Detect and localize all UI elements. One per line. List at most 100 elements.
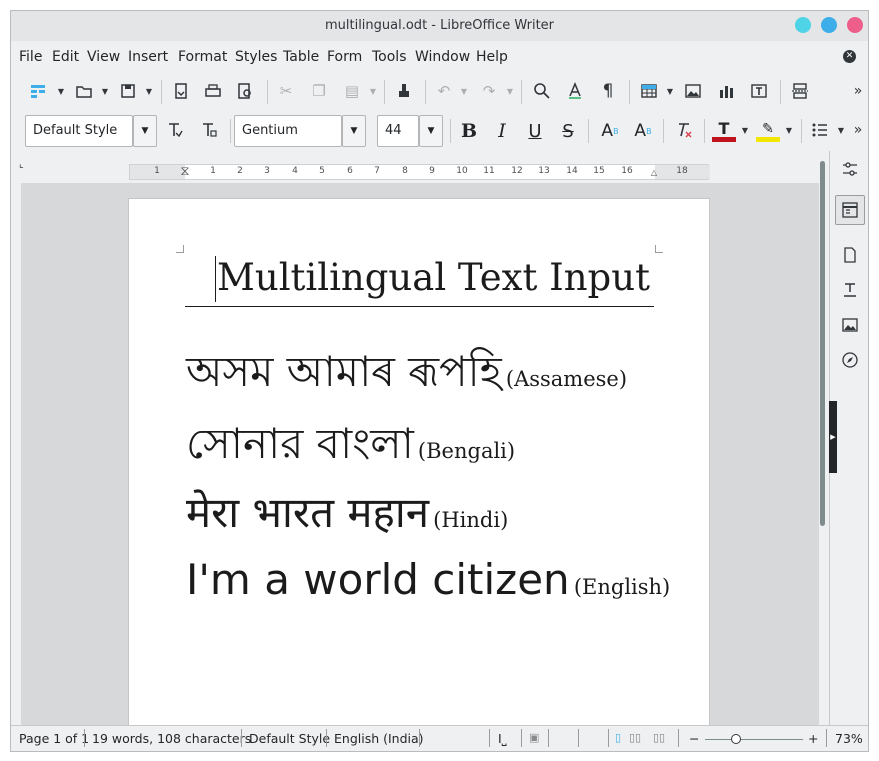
copy-icon[interactable]: ❐ — [308, 80, 330, 102]
toolbar-overflow-icon[interactable]: » — [851, 80, 865, 102]
insert-mode-icon[interactable]: I⎵ — [498, 731, 507, 747]
font-name-dropdown-icon[interactable]: ▼ — [342, 115, 366, 147]
page-style[interactable]: Default Style — [249, 731, 330, 746]
cut-icon[interactable]: ✂ — [275, 80, 297, 102]
english-line[interactable]: I'm a world citizen (English) — [186, 555, 670, 604]
document-area[interactable]: Multilingual Text Input অসম আমাৰ ৰূপহি (… — [21, 183, 819, 751]
menu-styles[interactable]: Styles — [235, 49, 277, 65]
sidebar-gallery-icon[interactable] — [838, 313, 862, 337]
redo-icon[interactable]: ↷ — [478, 80, 500, 102]
tab-stop-type-icon[interactable]: ⌞ — [19, 159, 24, 170]
menu-tools[interactable]: Tools — [372, 49, 407, 65]
text-language[interactable]: English (India) — [334, 731, 424, 746]
bullet-list-icon[interactable] — [809, 119, 831, 141]
redo-dropdown-icon[interactable]: ▼ — [506, 80, 514, 102]
zoom-slider-handle[interactable] — [731, 734, 741, 744]
horizontal-ruler[interactable]: 1 ⧖ 1 2 3 4 5 6 7 8 9 10 11 12 13 14 15 … — [129, 164, 710, 180]
document-modified-icon[interactable]: ▣ — [529, 731, 539, 744]
zoom-in-button[interactable]: + — [808, 731, 818, 746]
save-icon[interactable] — [117, 80, 139, 102]
open-folder-icon[interactable] — [73, 80, 95, 102]
zoom-slider-track[interactable] — [705, 739, 803, 740]
sidebar-navigator-icon[interactable] — [838, 348, 862, 372]
format-toolbar-overflow-icon[interactable]: » — [851, 119, 865, 141]
right-indent-marker[interactable]: △ — [647, 168, 661, 177]
word-count[interactable]: 19 words, 108 characters — [92, 731, 251, 746]
page-count[interactable]: Page 1 of 1 — [19, 731, 89, 746]
font-color-button[interactable]: T — [711, 119, 737, 143]
formatting-marks-icon[interactable]: ¶ — [597, 80, 619, 102]
insert-textbox-icon[interactable] — [748, 80, 770, 102]
italic-button[interactable]: I — [491, 119, 513, 143]
menu-help[interactable]: Help — [476, 49, 508, 65]
undo-dropdown-icon[interactable]: ▼ — [460, 80, 468, 102]
menu-edit[interactable]: Edit — [52, 49, 79, 65]
find-replace-icon[interactable] — [531, 80, 553, 102]
font-color-dropdown-icon[interactable]: ▼ — [741, 119, 749, 141]
clear-formatting-icon[interactable] — [673, 119, 695, 141]
assamese-line[interactable]: অসম আমাৰ ৰূপহি (Assamese) — [186, 339, 627, 410]
menu-insert[interactable]: Insert — [128, 49, 168, 65]
close-button[interactable] — [847, 17, 863, 33]
bold-button[interactable]: B — [458, 119, 480, 143]
paste-icon[interactable]: ▤ — [341, 80, 363, 102]
highlight-button[interactable]: ✎ — [755, 119, 781, 143]
zoom-percentage[interactable]: 73% — [835, 731, 863, 746]
new-dropdown-icon[interactable]: ▼ — [57, 80, 65, 102]
update-style-icon[interactable] — [164, 119, 186, 141]
maximize-button[interactable] — [821, 17, 837, 33]
menu-window[interactable]: Window — [415, 49, 470, 65]
print-icon[interactable] — [202, 80, 224, 102]
font-name-combo[interactable]: Gentium — [234, 115, 342, 147]
page-break-icon[interactable] — [789, 80, 811, 102]
paste-dropdown-icon[interactable]: ▼ — [369, 80, 377, 102]
sidebar-styles-icon[interactable] — [838, 278, 862, 302]
underline-button[interactable]: U — [524, 119, 546, 143]
menu-view[interactable]: View — [87, 49, 120, 65]
bullet-list-dropdown-icon[interactable]: ▼ — [837, 119, 845, 141]
strikethrough-button[interactable]: S — [557, 119, 579, 143]
paragraph-style-dropdown-icon[interactable]: ▼ — [133, 115, 157, 147]
document-title[interactable]: Multilingual Text Input — [217, 256, 650, 299]
menu-file[interactable]: File — [19, 49, 42, 65]
sidebar-settings-icon[interactable] — [838, 157, 862, 181]
table-dropdown-icon[interactable]: ▼ — [666, 80, 674, 102]
menu-table[interactable]: Table — [283, 49, 319, 65]
new-style-icon[interactable] — [198, 119, 220, 141]
font-color-icon: T — [718, 118, 730, 138]
superscript-button[interactable]: AB — [598, 119, 622, 143]
single-page-view-icon[interactable]: ▯ — [615, 731, 621, 744]
hindi-line[interactable]: मेरा भारत महान (Hindi) — [186, 483, 508, 540]
menu-format[interactable]: Format — [178, 49, 227, 65]
ruler-number: 7 — [374, 166, 380, 176]
document-page[interactable]: Multilingual Text Input অসম আমাৰ ৰূপহি (… — [128, 198, 710, 751]
close-document-icon[interactable]: ✕ — [843, 50, 856, 63]
menu-form[interactable]: Form — [327, 49, 362, 65]
spelling-icon[interactable] — [564, 80, 586, 102]
bengali-line[interactable]: সোনার বাংলা (Bengali) — [186, 411, 515, 482]
minimize-button[interactable] — [795, 17, 811, 33]
multi-page-view-icon[interactable]: ▯▯ — [629, 731, 641, 744]
font-size-dropdown-icon[interactable]: ▼ — [419, 115, 443, 147]
sidebar-properties-icon[interactable] — [835, 195, 865, 225]
vertical-scrollbar[interactable] — [820, 161, 825, 526]
export-pdf-icon[interactable] — [170, 80, 192, 102]
subscript-button[interactable]: AB — [631, 119, 655, 143]
insert-table-icon[interactable] — [638, 80, 660, 102]
undo-icon[interactable]: ↶ — [433, 80, 455, 102]
new-document-icon[interactable] — [27, 80, 49, 102]
highlight-dropdown-icon[interactable]: ▼ — [785, 119, 793, 141]
open-dropdown-icon[interactable]: ▼ — [101, 80, 109, 102]
left-indent-marker[interactable]: ⧖ — [178, 164, 192, 179]
sidebar-collapse-handle[interactable]: ▶ — [829, 401, 837, 473]
font-size-combo[interactable]: 44 — [377, 115, 419, 147]
zoom-out-button[interactable]: − — [689, 731, 699, 746]
insert-image-icon[interactable] — [682, 80, 704, 102]
book-view-icon[interactable]: ▯▯ — [653, 731, 665, 744]
clone-formatting-icon[interactable] — [393, 80, 415, 102]
print-preview-icon[interactable] — [234, 80, 256, 102]
paragraph-style-combo[interactable]: Default Style — [25, 115, 133, 147]
save-dropdown-icon[interactable]: ▼ — [145, 80, 153, 102]
sidebar-page-icon[interactable] — [838, 243, 862, 267]
insert-chart-icon[interactable] — [715, 80, 737, 102]
